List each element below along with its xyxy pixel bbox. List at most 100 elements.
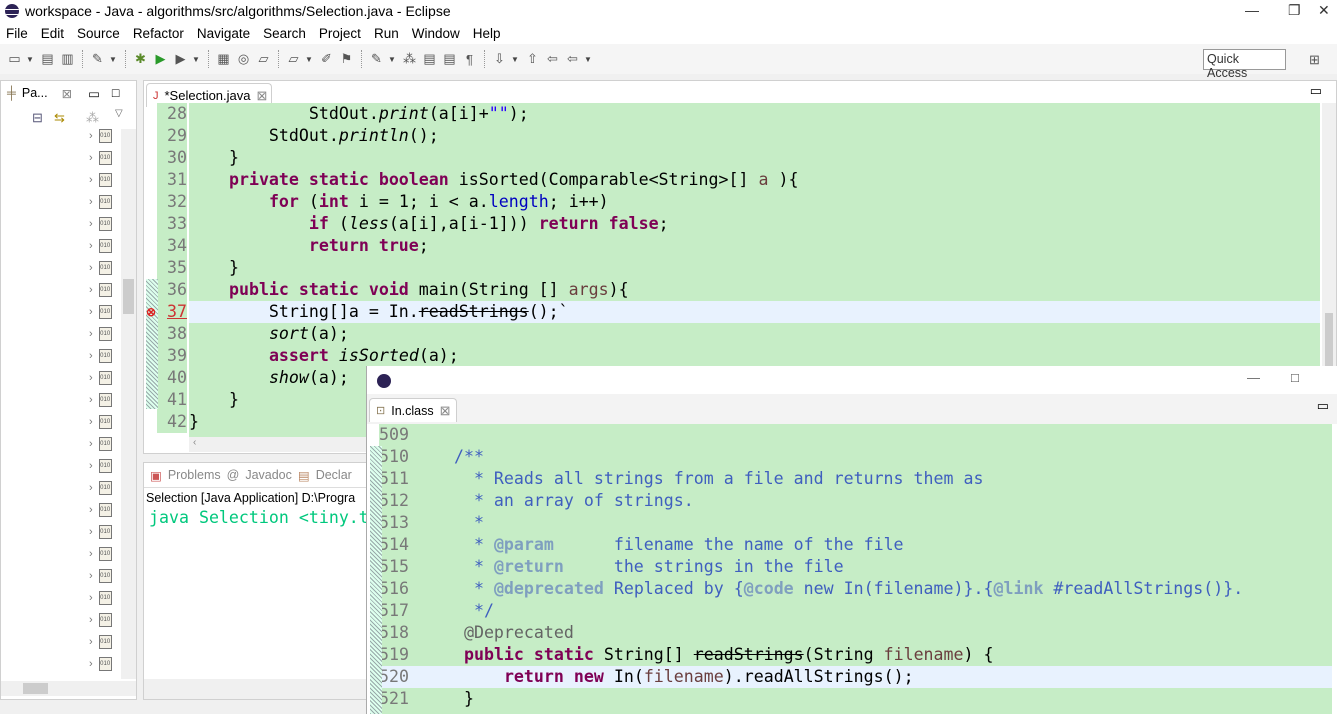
- class-code-area[interactable]: 509 510 /** 511 * Reads all strings from a…: [379, 424, 1332, 714]
- close-button[interactable]: ✕: [1318, 2, 1330, 19]
- error-marker-icon[interactable]: ⊗: [146, 305, 156, 319]
- chevron-right-icon[interactable]: ›: [89, 504, 93, 516]
- code-line[interactable]: 32 for (int i = 1; i < a.length; i++): [157, 191, 1320, 213]
- code-line[interactable]: 510 /**: [379, 446, 1332, 468]
- code-line[interactable]: 28 StdOut.print(a[i]+"");: [157, 103, 1320, 125]
- tree-item[interactable]: › 010: [89, 367, 112, 389]
- focus-icon[interactable]: ⁂: [86, 110, 99, 126]
- scroll-thumb[interactable]: [1325, 313, 1333, 373]
- tree-horizontal-scrollbar[interactable]: [1, 681, 136, 696]
- tree-vertical-scrollbar[interactable]: [121, 129, 136, 679]
- menu-help[interactable]: Help: [473, 26, 501, 41]
- menu-file[interactable]: File: [6, 26, 28, 41]
- code-line[interactable]: 515 * @return the strings in the file: [379, 556, 1332, 578]
- chevron-right-icon[interactable]: ›: [89, 372, 93, 384]
- tree-item[interactable]: › 010: [89, 323, 112, 345]
- tree-item[interactable]: › 010: [89, 411, 112, 433]
- forward-icon[interactable]: ⇦: [564, 51, 581, 68]
- debug-icon[interactable]: ✱: [132, 51, 149, 68]
- chevron-right-icon[interactable]: ›: [89, 438, 93, 450]
- tree-item[interactable]: › 010: [89, 147, 112, 169]
- code-line[interactable]: 513 *: [379, 512, 1332, 534]
- open-type-icon[interactable]: ▱: [255, 51, 272, 68]
- chevron-right-icon[interactable]: ›: [89, 350, 93, 362]
- toggle-mark-occurrences-icon[interactable]: ⚑: [338, 51, 355, 68]
- tree-item[interactable]: › 010: [89, 543, 112, 565]
- code-line[interactable]: 33 if (less(a[i],a[i-1])) return false;: [157, 213, 1320, 235]
- chevron-right-icon[interactable]: ›: [89, 658, 93, 670]
- open-task-icon[interactable]: ▱: [285, 51, 302, 68]
- minimize-editor-icon[interactable]: ▭: [1310, 83, 1322, 99]
- tree-item[interactable]: › 010: [89, 169, 112, 191]
- chevron-right-icon[interactable]: ›: [89, 636, 93, 648]
- back-icon[interactable]: ⇦: [544, 51, 561, 68]
- quick-access-input[interactable]: Quick Access: [1203, 49, 1286, 80]
- tree-item[interactable]: › 010: [89, 257, 112, 279]
- chevron-right-icon[interactable]: ›: [89, 218, 93, 230]
- tree-item[interactable]: › 010: [89, 653, 112, 675]
- minimize-view-icon[interactable]: ▭: [88, 86, 100, 101]
- maximize-button[interactable]: ❐: [1288, 2, 1301, 19]
- tree-item[interactable]: › 010: [89, 235, 112, 257]
- code-line[interactable]: 520 return new In(filename).readAllStrin…: [379, 666, 1332, 688]
- code-line[interactable]: 509: [379, 424, 1332, 446]
- tree-item[interactable]: › 010: [89, 125, 112, 147]
- tree-item[interactable]: › 010: [89, 213, 112, 235]
- save-all-icon[interactable]: ▥: [59, 51, 76, 68]
- maximize-view-icon[interactable]: □: [112, 86, 120, 100]
- prev-annotation-icon[interactable]: ⇩: [491, 51, 508, 68]
- chevron-right-icon[interactable]: ›: [89, 570, 93, 582]
- external-tools-icon[interactable]: ▶: [172, 51, 189, 68]
- code-line[interactable]: 36 public static void main(String [] arg…: [157, 279, 1320, 301]
- tab-javadoc[interactable]: Javadoc: [245, 468, 292, 482]
- tree-item[interactable]: › 010: [89, 609, 112, 631]
- tab-declaration[interactable]: Declar: [316, 468, 352, 482]
- package-explorer-tab[interactable]: ╪ Pa... ⊠ ▭ □: [1, 81, 136, 105]
- code-line[interactable]: 514 * @param filename the name of the fi…: [379, 534, 1332, 556]
- code-line[interactable]: 517 */: [379, 600, 1332, 622]
- close-tab-icon[interactable]: ⊠: [257, 88, 268, 104]
- menu-search[interactable]: Search: [263, 26, 306, 41]
- code-line[interactable]: 518 @Deprecated: [379, 622, 1332, 644]
- chevron-right-icon[interactable]: ›: [89, 482, 93, 494]
- code-line[interactable]: 39 assert isSorted(a);: [157, 345, 1320, 367]
- menu-edit[interactable]: Edit: [41, 26, 64, 41]
- next-annotation-icon[interactable]: ¶: [461, 51, 478, 68]
- view-menu-icon[interactable]: ▽: [115, 108, 123, 119]
- chevron-right-icon[interactable]: ›: [89, 262, 93, 274]
- menu-project[interactable]: Project: [319, 26, 361, 41]
- code-line[interactable]: 37 String[]a = In.readStrings();`: [157, 301, 1320, 323]
- chevron-right-icon[interactable]: ›: [89, 152, 93, 164]
- tab-problems[interactable]: Problems: [168, 468, 221, 482]
- console-horizontal-scrollbar[interactable]: [144, 679, 367, 699]
- chevron-right-icon[interactable]: ›: [89, 174, 93, 186]
- chevron-right-icon[interactable]: ›: [89, 328, 93, 340]
- chevron-right-icon[interactable]: ›: [89, 130, 93, 142]
- tree-item[interactable]: › 010: [89, 455, 112, 477]
- tree-item[interactable]: › 010: [89, 477, 112, 499]
- show-whitespace-icon[interactable]: ▤: [441, 51, 458, 68]
- search-icon[interactable]: ✐: [318, 51, 335, 68]
- new-class-icon[interactable]: ◎: [235, 51, 252, 68]
- code-line[interactable]: 519 public static String[] readStrings(S…: [379, 644, 1332, 666]
- tree-item[interactable]: › 010: [89, 191, 112, 213]
- code-line[interactable]: 512 * an array of strings.: [379, 490, 1332, 512]
- chevron-right-icon[interactable]: ›: [89, 548, 93, 560]
- chevron-right-icon[interactable]: ›: [89, 240, 93, 252]
- dropdown-arrow-icon[interactable]: ▼: [305, 55, 315, 64]
- close-tab-icon[interactable]: ⊠: [62, 86, 72, 101]
- tree-item[interactable]: › 010: [89, 631, 112, 653]
- chevron-right-icon[interactable]: ›: [89, 614, 93, 626]
- run-icon[interactable]: ▶: [152, 51, 169, 68]
- chevron-right-icon[interactable]: ›: [89, 284, 93, 296]
- chevron-right-icon[interactable]: ›: [89, 526, 93, 538]
- dropdown-arrow-icon[interactable]: ▼: [388, 55, 398, 64]
- menu-window[interactable]: Window: [412, 26, 460, 41]
- menu-source[interactable]: Source: [77, 26, 120, 41]
- chevron-right-icon[interactable]: ›: [89, 416, 93, 428]
- menu-navigate[interactable]: Navigate: [197, 26, 250, 41]
- minimize-editor-icon[interactable]: ▭: [1317, 398, 1329, 414]
- tree-item[interactable]: › 010: [89, 521, 112, 543]
- code-line[interactable]: 35 }: [157, 257, 1320, 279]
- code-line[interactable]: 29 StdOut.println();: [157, 125, 1320, 147]
